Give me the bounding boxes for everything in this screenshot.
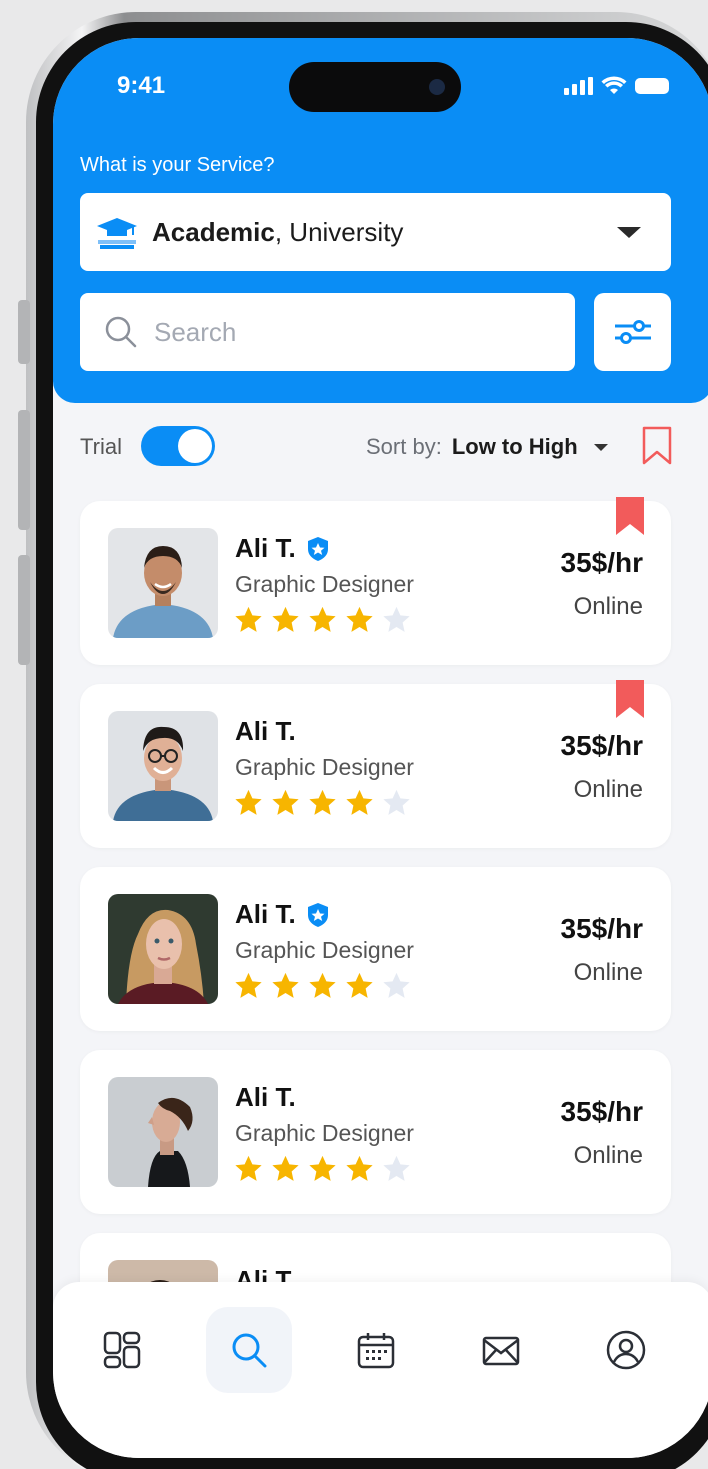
nav-messages[interactable] <box>458 1307 544 1393</box>
dashboard-icon <box>103 1331 141 1369</box>
verified-badge-icon <box>307 902 328 927</box>
star-filled-icon <box>272 789 299 815</box>
tutor-price: 35$/hr <box>560 1096 644 1127</box>
bookmark-icon[interactable] <box>642 426 672 466</box>
tutor-price: 35$/hr <box>560 913 644 944</box>
star-filled-icon <box>235 1155 262 1181</box>
graduation-cap-icon <box>97 218 137 249</box>
trial-label: Trial <box>80 434 122 459</box>
star-filled-icon <box>272 972 299 998</box>
tutor-status: Online <box>573 1142 643 1169</box>
tutor-name: Ali T. <box>235 716 296 746</box>
verified-badge-icon <box>307 536 328 561</box>
search-input[interactable] <box>154 316 534 348</box>
dynamic-island <box>289 62 461 112</box>
calendar-icon <box>357 1333 395 1369</box>
search-icon <box>232 1333 267 1368</box>
phone-side-button <box>18 410 30 530</box>
tutor-status: Online <box>573 776 643 803</box>
avatar <box>108 711 218 821</box>
filter-sliders-icon <box>614 320 651 344</box>
filter-button[interactable] <box>594 293 671 371</box>
star-empty-icon <box>383 1155 410 1181</box>
chevron-down-icon <box>617 227 641 238</box>
bookmark-filled-icon[interactable] <box>616 680 644 718</box>
tutor-name-row: Ali T. <box>235 716 296 747</box>
star-filled-icon <box>346 789 373 815</box>
tutor-role: Graphic Designer <box>235 1120 414 1146</box>
avatar <box>108 894 218 1004</box>
phone-side-button <box>18 555 30 665</box>
tutor-card[interactable]: Ali T. Graphic Designer 35$/hr Online <box>80 497 671 665</box>
tutor-name-row: Ali T. <box>235 1082 296 1113</box>
star-filled-icon <box>272 606 299 632</box>
mail-icon <box>482 1336 520 1366</box>
star-filled-icon <box>235 789 262 815</box>
tutor-role: Graphic Designer <box>235 571 414 597</box>
tutor-role: Graphic Designer <box>235 754 414 780</box>
service-value: Academic, University <box>152 216 404 247</box>
star-filled-icon <box>346 1155 373 1181</box>
bookmark-filled-icon[interactable] <box>616 497 644 535</box>
search-field[interactable] <box>80 293 575 371</box>
tutor-name-row: Ali T. <box>235 533 330 564</box>
service-dropdown[interactable]: Academic, University <box>80 193 671 271</box>
tutor-status: Online <box>573 959 643 986</box>
status-icons <box>564 76 669 96</box>
star-filled-icon <box>272 1155 299 1181</box>
tutor-role: Graphic Designer <box>235 937 414 963</box>
nav-dashboard[interactable] <box>79 1307 165 1393</box>
tutor-card[interactable]: Ali T. Graphic Designer 35$/hr Online <box>80 1050 671 1214</box>
avatar <box>108 528 218 638</box>
tutor-name-row: Ali T. <box>235 899 330 930</box>
star-filled-icon <box>309 789 336 815</box>
star-filled-icon <box>346 606 373 632</box>
phone-side-button <box>18 300 30 364</box>
tutor-price: 35$/hr <box>560 730 644 761</box>
star-filled-icon <box>309 606 336 632</box>
rating-stars <box>233 971 412 1001</box>
rating-stars <box>233 1154 412 1184</box>
star-empty-icon <box>383 972 410 998</box>
wifi-icon <box>601 76 627 94</box>
sort-label: Sort by: <box>366 434 442 459</box>
app-screen: 9:41 What is your Service? Academic, Uni… <box>53 38 708 1458</box>
search-icon <box>105 316 137 348</box>
tutor-name: Ali T. <box>235 1082 296 1112</box>
nav-calendar[interactable] <box>333 1307 419 1393</box>
signal-icon <box>564 77 593 95</box>
star-empty-icon <box>383 606 410 632</box>
service-label: What is your Service? <box>80 154 275 176</box>
header: 9:41 What is your Service? Academic, Uni… <box>53 38 708 403</box>
profile-icon <box>606 1330 646 1370</box>
tutor-name: Ali T. <box>235 533 296 563</box>
rating-stars <box>233 605 412 635</box>
nav-search[interactable] <box>206 1307 292 1393</box>
star-filled-icon <box>309 972 336 998</box>
tutor-card[interactable]: Ali T. Graphic Designer 35$/hr Online <box>80 867 671 1031</box>
star-filled-icon <box>346 972 373 998</box>
tutor-card[interactable]: Ali T. Graphic Designer 35$/hr Online <box>80 680 671 848</box>
nav-profile[interactable] <box>583 1307 669 1393</box>
trial-toggle[interactable] <box>141 426 215 466</box>
chevron-down-icon <box>593 443 608 451</box>
status-time: 9:41 <box>117 72 166 99</box>
bottom-navigation <box>53 1282 708 1458</box>
battery-icon <box>635 78 669 94</box>
tutor-name: Ali T. <box>235 899 296 929</box>
sort-dropdown[interactable]: Sort by: Low to High <box>366 434 608 460</box>
tutor-price: 35$/hr <box>560 547 644 578</box>
tutor-status: Online <box>573 593 643 620</box>
star-empty-icon <box>383 789 410 815</box>
star-filled-icon <box>235 972 262 998</box>
rating-stars <box>233 788 412 818</box>
star-filled-icon <box>309 1155 336 1181</box>
star-filled-icon <box>235 606 262 632</box>
avatar <box>108 1077 218 1187</box>
sort-value: Low to High <box>451 434 578 459</box>
